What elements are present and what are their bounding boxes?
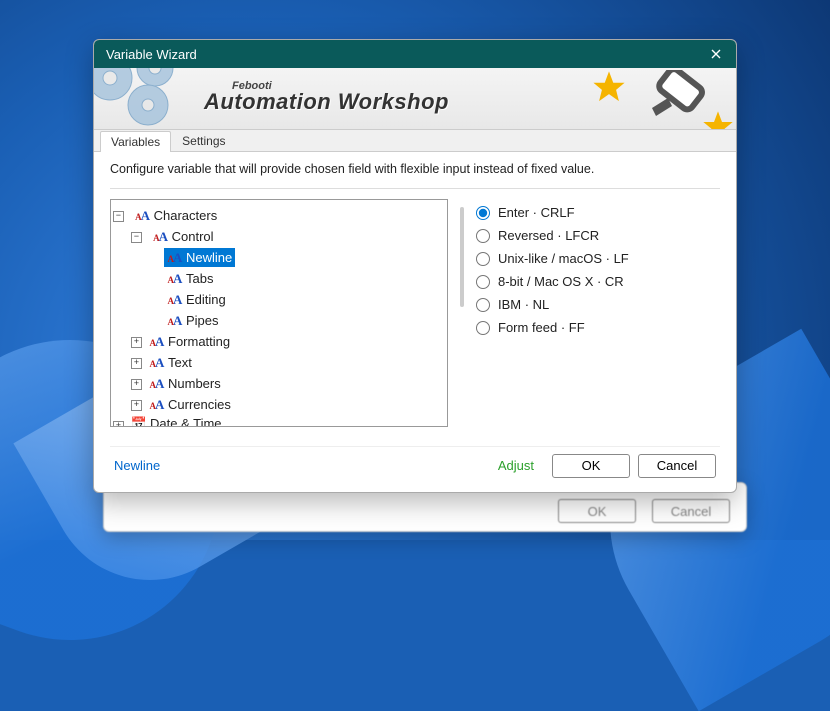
radio-unix-lf[interactable]: Unix-like / macOS · LF xyxy=(476,247,720,270)
tree-toggle-datetime[interactable]: + xyxy=(113,421,124,427)
character-icon xyxy=(149,355,165,371)
tree-node-pipes[interactable]: Pipes xyxy=(164,311,222,330)
tree-toggle-numbers[interactable]: + xyxy=(131,379,142,390)
tree-node-editing[interactable]: Editing xyxy=(164,290,229,309)
tree-node-currencies[interactable]: Currencies xyxy=(146,395,234,414)
title-bar[interactable]: Variable Wizard xyxy=(94,40,736,68)
tab-settings[interactable]: Settings xyxy=(171,130,236,151)
close-button[interactable] xyxy=(702,44,730,64)
tree-node-text[interactable]: Text xyxy=(146,353,195,372)
scrollbar-indicator[interactable] xyxy=(460,207,464,307)
close-icon xyxy=(711,49,721,59)
status-label: Newline xyxy=(114,458,160,473)
ok-button[interactable]: OK xyxy=(552,454,630,478)
cancel-button[interactable]: Cancel xyxy=(638,454,716,478)
tree-toggle-formatting[interactable]: + xyxy=(131,337,142,348)
character-icon xyxy=(135,208,151,224)
character-icon xyxy=(167,250,183,266)
radio-formfeed-ff[interactable]: Form feed · FF xyxy=(476,316,720,339)
tree-toggle-text[interactable]: + xyxy=(131,358,142,369)
tree-node-control[interactable]: Control xyxy=(150,227,217,246)
banner: Febooti Automation Workshop xyxy=(94,68,736,130)
dialog-window: Variable Wizard Febooti Automation Works… xyxy=(93,39,737,493)
radio-ibm-nl[interactable]: IBM · NL xyxy=(476,293,720,316)
star-icon xyxy=(592,70,626,104)
tree-node-datetime[interactable]: 📅Date & Time xyxy=(128,414,225,427)
tree-node-characters[interactable]: Characters xyxy=(132,206,221,225)
tree-node-tabs[interactable]: Tabs xyxy=(164,269,216,288)
character-icon xyxy=(167,313,183,329)
bg-cancel-button: Cancel xyxy=(652,499,730,523)
tree-toggle-control[interactable]: − xyxy=(131,232,142,243)
radio-8bit-cr[interactable]: 8-bit / Mac OS X · CR xyxy=(476,270,720,293)
character-icon xyxy=(153,229,169,245)
description-text: Configure variable that will provide cho… xyxy=(110,162,720,176)
variable-tree[interactable]: − Characters − Control Newline Tabs Edit… xyxy=(110,199,448,427)
radio-enter-crlf[interactable]: Enter · CRLF xyxy=(476,201,720,224)
character-icon xyxy=(149,334,165,350)
radio-reversed-lfcr[interactable]: Reversed · LFCR xyxy=(476,224,720,247)
character-icon xyxy=(149,376,165,392)
adjust-link[interactable]: Adjust xyxy=(498,458,534,473)
tree-toggle-characters[interactable]: − xyxy=(113,211,124,222)
tree-toggle-currencies[interactable]: + xyxy=(131,400,142,411)
bg-ok-button: OK xyxy=(558,499,636,523)
window-title: Variable Wizard xyxy=(106,47,702,62)
character-icon xyxy=(149,397,165,413)
option-group: Enter · CRLF Reversed · LFCR Unix-like /… xyxy=(476,199,720,440)
tab-strip: Variables Settings xyxy=(94,130,736,152)
calendar-icon: 📅 xyxy=(131,416,147,428)
gears-icon xyxy=(94,68,220,130)
character-icon xyxy=(167,292,183,308)
tree-node-numbers[interactable]: Numbers xyxy=(146,374,224,393)
brand-title: Automation Workshop xyxy=(204,89,449,115)
tab-variables[interactable]: Variables xyxy=(100,131,171,152)
divider xyxy=(110,188,720,189)
pen-icon xyxy=(632,70,722,128)
tree-node-formatting[interactable]: Formatting xyxy=(146,332,233,351)
character-icon xyxy=(167,271,183,287)
tree-node-newline[interactable]: Newline xyxy=(164,248,235,267)
